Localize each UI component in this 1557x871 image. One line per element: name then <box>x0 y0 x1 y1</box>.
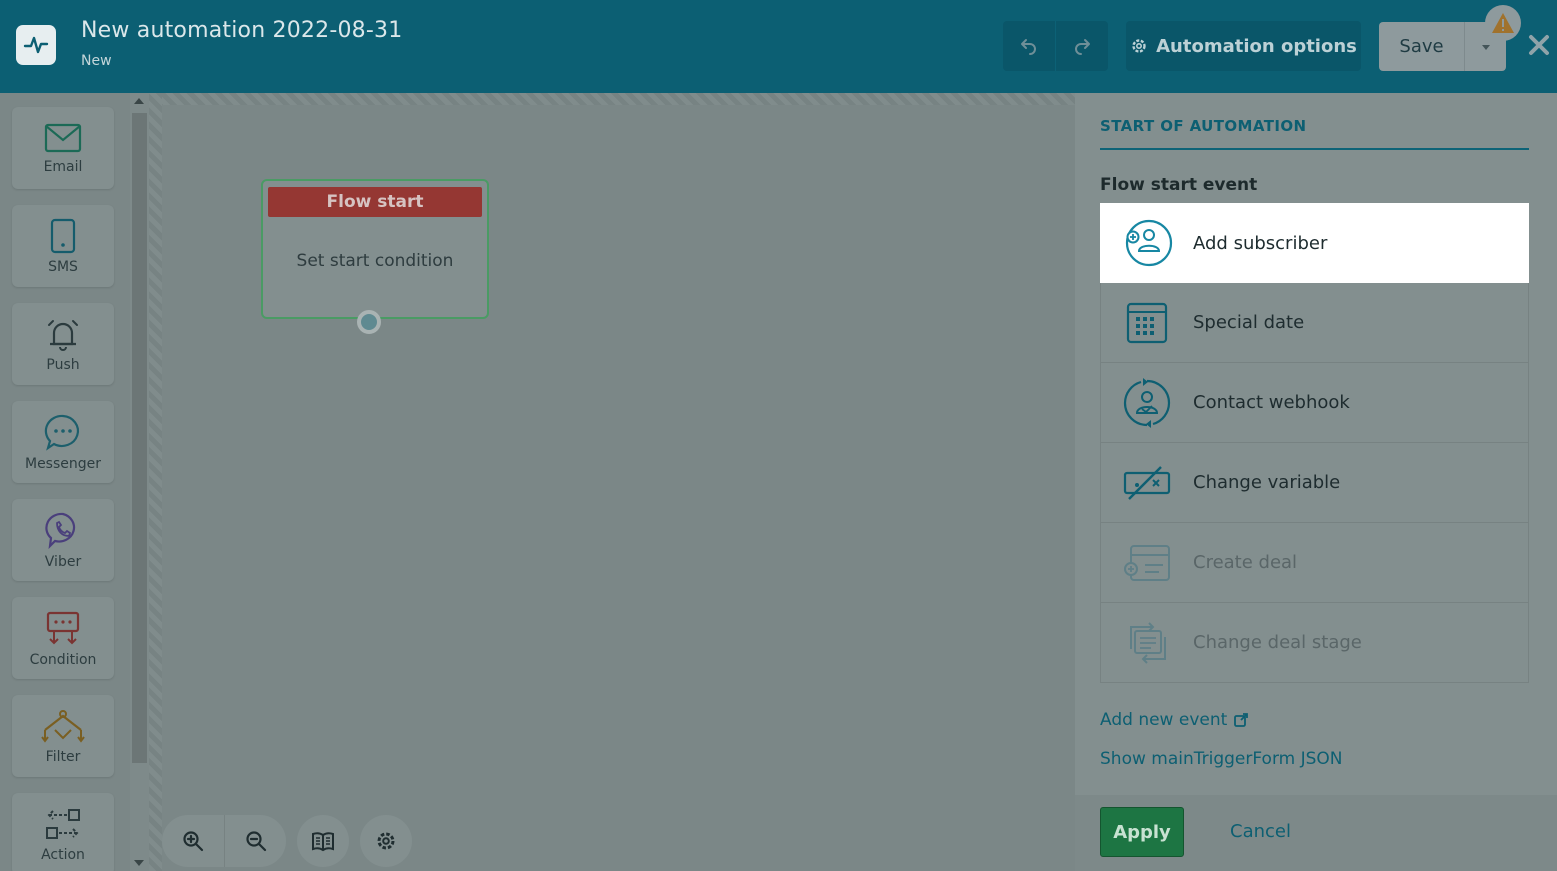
palette-scrollbar-thumb[interactable] <box>132 113 147 763</box>
close-icon <box>1529 35 1549 55</box>
deal-stage-icon <box>1130 621 1166 664</box>
palette-item-push[interactable]: Push <box>12 303 114 385</box>
viber-icon <box>45 512 76 549</box>
zoom-out-button[interactable] <box>224 815 286 867</box>
canvas-edge-left <box>149 93 162 871</box>
filter-icon <box>41 709 85 743</box>
palette-item-label: Push <box>46 356 80 373</box>
apply-button[interactable]: Apply <box>1100 807 1184 857</box>
zoom-out-icon <box>245 831 266 852</box>
condition-icon <box>46 611 80 644</box>
palette-item-label: SMS <box>48 258 78 275</box>
panel-heading: START OF AUTOMATION <box>1100 117 1307 135</box>
palette-item-label: Messenger <box>24 455 102 472</box>
palette-item-sms[interactable]: SMS <box>12 205 114 287</box>
zoom-in-button[interactable] <box>162 815 224 867</box>
palette-item-viber[interactable]: Viber <box>12 499 114 581</box>
flow-start-node-body: Set start condition <box>296 251 454 271</box>
event-option-contact-webhook[interactable]: Contact webhook <box>1100 363 1529 443</box>
flow-start-node[interactable]: Flow start Set start condition <box>261 179 489 319</box>
automation-status: New <box>81 53 112 69</box>
event-option-special-date[interactable]: Special date <box>1100 283 1529 363</box>
palette-item-email[interactable]: Email <box>12 107 114 189</box>
app-logo[interactable] <box>16 25 56 65</box>
event-option-label: Contact webhook <box>1193 392 1350 413</box>
redo-button[interactable] <box>1055 21 1107 71</box>
palette-item-label: Email <box>43 158 83 175</box>
show-json-link[interactable]: Show mainTriggerForm JSON <box>1100 749 1343 769</box>
bell-icon <box>48 319 78 351</box>
external-link-icon <box>1234 713 1249 727</box>
save-button[interactable]: Save <box>1379 22 1464 71</box>
mail-icon <box>44 123 82 152</box>
create-deal-icon <box>1124 544 1170 581</box>
undo-button[interactable] <box>1003 21 1055 71</box>
phone-icon <box>50 218 76 253</box>
undo-icon <box>1021 39 1036 55</box>
pulse-icon <box>23 36 49 54</box>
palette-item-label: Viber <box>44 553 82 570</box>
flow-start-event-list: Add subscriber Special date Contact webh… <box>1100 203 1529 683</box>
webhook-icon <box>1123 377 1171 428</box>
block-palette: Email SMS Push Messenger Viber Condition… <box>0 93 130 871</box>
book-icon <box>312 832 334 852</box>
warning-icon <box>1492 13 1514 33</box>
variable-icon <box>1123 465 1171 500</box>
event-option-create-deal: Create deal <box>1100 523 1529 603</box>
event-option-label: Change variable <box>1193 472 1341 493</box>
flow-canvas[interactable]: Flow start Set start condition <box>149 93 1075 871</box>
event-option-change-variable[interactable]: Change variable <box>1100 443 1529 523</box>
palette-item-messenger[interactable]: Messenger <box>12 401 114 483</box>
flow-start-event-label: Flow start event <box>1100 175 1258 195</box>
warning-badge[interactable] <box>1485 5 1521 41</box>
palette-item-action[interactable]: Action <box>12 793 114 871</box>
history-controls <box>1003 21 1108 71</box>
palette-item-label: Condition <box>29 651 97 668</box>
caret-down-icon <box>1481 44 1490 50</box>
automation-options-button[interactable]: Automation options <box>1126 21 1361 71</box>
add-subscriber-icon <box>1125 219 1173 267</box>
flow-start-output-port[interactable] <box>357 310 381 334</box>
event-option-label: Special date <box>1193 312 1305 333</box>
palette-item-label: Filter <box>45 748 81 765</box>
canvas-edge-top <box>149 93 1075 105</box>
gear-icon <box>377 832 395 850</box>
calendar-icon <box>1126 302 1168 343</box>
top-bar: New automation 2022-08-31 New Automation… <box>0 0 1557 93</box>
palette-item-filter[interactable]: Filter <box>12 695 114 777</box>
redo-icon <box>1074 39 1090 55</box>
panel-divider <box>1100 148 1529 150</box>
palette-item-label: Action <box>41 846 85 863</box>
event-option-add-subscriber[interactable]: Add subscriber <box>1100 203 1529 283</box>
chat-bubble-icon <box>44 414 79 451</box>
event-option-label: Change deal stage <box>1193 632 1362 653</box>
add-new-event-label: Add new event <box>1100 710 1228 730</box>
zoom-in-icon <box>183 831 204 852</box>
canvas-settings-button[interactable] <box>360 815 412 867</box>
guide-button[interactable] <box>297 815 349 867</box>
flow-start-node-title: Flow start <box>268 187 482 217</box>
event-option-label: Add subscriber <box>1193 232 1328 254</box>
scroll-up-arrow-icon[interactable] <box>134 98 144 104</box>
panel-footer: Apply Cancel <box>1075 795 1557 871</box>
cancel-button[interactable]: Cancel <box>1230 821 1291 842</box>
palette-item-condition[interactable]: Condition <box>12 597 114 679</box>
event-option-label: Create deal <box>1193 552 1298 573</box>
automation-options-label: Automation options <box>1156 35 1357 57</box>
trigger-settings-panel: START OF AUTOMATION Flow start event Add… <box>1075 93 1557 871</box>
action-icon <box>46 808 80 839</box>
scroll-down-arrow-icon[interactable] <box>134 860 144 866</box>
close-editor-button[interactable] <box>1524 30 1554 60</box>
gear-icon <box>1132 39 1146 53</box>
event-option-change-deal-stage: Change deal stage <box>1100 603 1529 683</box>
zoom-controls <box>162 815 286 867</box>
add-new-event-link[interactable]: Add new event <box>1100 710 1249 730</box>
automation-title[interactable]: New automation 2022-08-31 <box>81 18 402 43</box>
